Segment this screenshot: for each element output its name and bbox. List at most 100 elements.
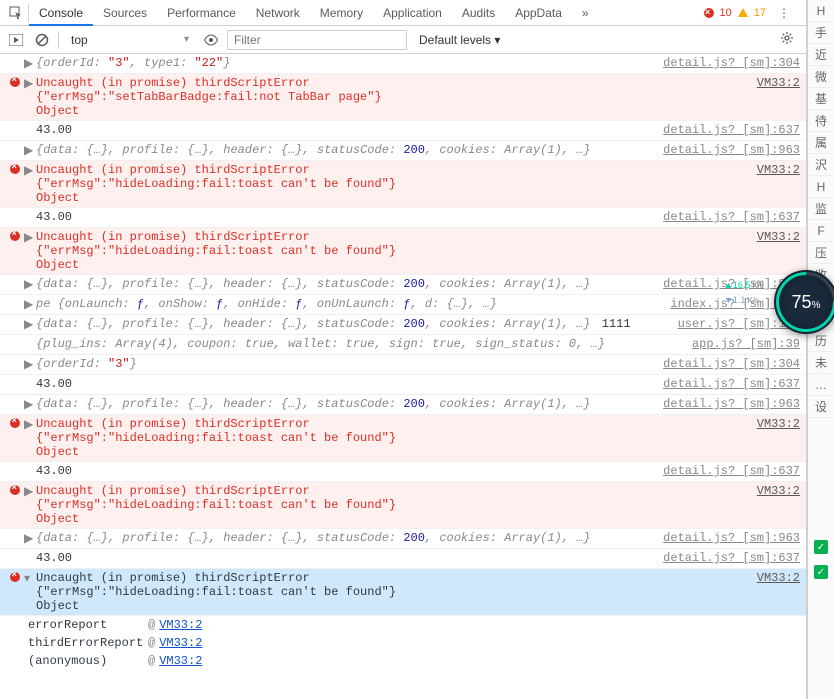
console-row[interactable]: ▶Uncaught (in promise) thirdScriptError … (0, 482, 806, 529)
expander-icon[interactable]: ▶ (24, 56, 36, 71)
message-content: 43.00 (36, 551, 663, 565)
console-row[interactable]: 43.00detail.js? [sm]:637 (0, 462, 806, 482)
tab-audits[interactable]: Audits (452, 0, 505, 26)
expander-icon[interactable]: ▾ (24, 571, 36, 586)
tab-network[interactable]: Network (246, 0, 310, 26)
stack-location-link[interactable]: VM33:2 (159, 618, 202, 632)
expander-icon[interactable]: ▶ (24, 417, 36, 432)
tab-console[interactable]: Console (29, 0, 93, 26)
source-link[interactable]: detail.js? [sm]:304 (663, 56, 800, 70)
console-row[interactable]: ▶{orderId: "3"}detail.js? [sm]:304 (0, 355, 806, 375)
console-row[interactable]: 43.00detail.js? [sm]:637 (0, 549, 806, 569)
console-row[interactable]: 43.00detail.js? [sm]:637 (0, 208, 806, 228)
warning-count[interactable]: 17 (754, 7, 766, 19)
tab-appdata[interactable]: AppData (505, 0, 572, 26)
console-row[interactable]: ▾Uncaught (in promise) thirdScriptError … (0, 569, 806, 616)
side-item[interactable]: 手 (808, 22, 834, 44)
console-row[interactable]: 43.00detail.js? [sm]:637 (0, 121, 806, 141)
source-link[interactable]: detail.js? [sm]:304 (663, 357, 800, 371)
expander-icon[interactable]: ▶ (24, 317, 36, 332)
stack-trace: errorReport@VM33:2thirdErrorReport@VM33:… (0, 616, 806, 670)
console-row[interactable]: ▶{orderId: "3", type1: "22"}detail.js? [… (0, 54, 806, 74)
stack-frame: (anonymous)@VM33:2 (28, 652, 806, 670)
console-messages[interactable]: ▶{orderId: "3", type1: "22"}detail.js? [… (0, 54, 806, 699)
side-item[interactable]: 属 (808, 132, 834, 154)
console-row[interactable]: ▶{data: {…}, profile: {…}, header: {…}, … (0, 395, 806, 415)
rates: ▲16.5K/s ▼1.1K/s (724, 278, 764, 308)
source-link[interactable]: detail.js? [sm]:637 (663, 464, 800, 478)
expander-icon[interactable]: ▶ (24, 76, 36, 91)
side-item[interactable]: 微 (808, 66, 834, 88)
kebab-menu-icon[interactable]: ⋮ (772, 6, 796, 20)
side-item[interactable]: … (808, 374, 834, 396)
side-item[interactable]: F (808, 220, 834, 242)
side-item[interactable]: 基 (808, 88, 834, 110)
live-expression-eye-icon[interactable] (201, 30, 221, 50)
expander-icon[interactable]: ▶ (24, 484, 36, 499)
toggle-sidebar-icon[interactable] (6, 30, 26, 50)
filter-input[interactable] (227, 30, 407, 50)
side-item[interactable]: 压 (808, 242, 834, 264)
console-row[interactable]: ▶{data: {…}, profile: {…}, header: {…}, … (0, 315, 806, 335)
message-content: pe {onLaunch: ƒ, onShow: ƒ, onHide: ƒ, o… (36, 297, 670, 311)
stack-location-link[interactable]: VM33:2 (159, 636, 202, 650)
console-row[interactable]: ▶{data: {…}, profile: {…}, header: {…}, … (0, 275, 806, 295)
side-item[interactable]: 待 (808, 110, 834, 132)
inspect-icon[interactable] (4, 1, 28, 25)
side-item[interactable]: 近 (808, 44, 834, 66)
perf-widget[interactable]: ▲16.5K/s ▼1.1K/s 75% (774, 270, 834, 334)
console-row[interactable]: ▶Uncaught (in promise) thirdScriptError … (0, 228, 806, 275)
tab-sources[interactable]: Sources (93, 0, 157, 26)
source-link[interactable]: VM33:2 (757, 484, 800, 498)
error-count[interactable]: 10 (720, 7, 732, 19)
side-item[interactable]: 沢 (808, 154, 834, 176)
console-row[interactable]: ▶{data: {…}, profile: {…}, header: {…}, … (0, 529, 806, 549)
right-sidebar: H手近微基待属沢H监F压收首发历未…设✓✓ (807, 0, 834, 699)
source-link[interactable]: detail.js? [sm]:963 (663, 143, 800, 157)
settings-gear-icon[interactable] (774, 31, 800, 48)
expander-icon[interactable]: ▶ (24, 163, 36, 178)
expander-icon[interactable]: ▶ (24, 397, 36, 412)
console-row[interactable]: 43.00detail.js? [sm]:637 (0, 375, 806, 395)
side-item[interactable]: 监 (808, 198, 834, 220)
side-item[interactable]: 未 (808, 352, 834, 374)
console-row[interactable]: ▶pe {onLaunch: ƒ, onShow: ƒ, onHide: ƒ, … (0, 295, 806, 315)
source-link[interactable]: VM33:2 (757, 230, 800, 244)
tab-application[interactable]: Application (373, 0, 452, 26)
tab-performance[interactable]: Performance (157, 0, 246, 26)
stack-location-link[interactable]: VM33:2 (159, 654, 202, 668)
console-row[interactable]: ▶Uncaught (in promise) thirdScriptError … (0, 161, 806, 208)
expander-icon[interactable]: ▶ (24, 357, 36, 372)
expander-icon[interactable]: ▶ (24, 297, 36, 312)
source-link[interactable]: detail.js? [sm]:963 (663, 397, 800, 411)
log-levels-select[interactable]: Default levels ▾ (413, 33, 506, 47)
source-link[interactable]: VM33:2 (757, 76, 800, 90)
source-link[interactable]: app.js? [sm]:39 (692, 337, 800, 351)
source-link[interactable]: detail.js? [sm]:637 (663, 123, 800, 137)
source-link[interactable]: detail.js? [sm]:637 (663, 377, 800, 391)
expander-icon[interactable]: ▶ (24, 277, 36, 292)
console-row[interactable]: ▶Uncaught (in promise) thirdScriptError … (0, 74, 806, 121)
source-link[interactable]: detail.js? [sm]:637 (663, 551, 800, 565)
source-link[interactable]: VM33:2 (757, 417, 800, 431)
source-link[interactable]: detail.js? [sm]:963 (663, 531, 800, 545)
tabs-overflow[interactable]: » (572, 0, 599, 26)
context-select[interactable]: top ▾ (65, 30, 195, 50)
console-row[interactable]: ▶{data: {…}, profile: {…}, header: {…}, … (0, 141, 806, 161)
devtools-panel: ConsoleSourcesPerformanceNetworkMemoryAp… (0, 0, 807, 699)
console-row[interactable]: {plug_ins: Array(4), coupon: true, walle… (0, 335, 806, 355)
message-content: {plug_ins: Array(4), coupon: true, walle… (36, 337, 692, 351)
source-link[interactable]: detail.js? [sm]:637 (663, 210, 800, 224)
source-link[interactable]: VM33:2 (757, 571, 800, 585)
expander-icon[interactable]: ▶ (24, 531, 36, 546)
source-link[interactable]: VM33:2 (757, 163, 800, 177)
upload-arrow-icon: ▲ (724, 280, 733, 290)
clear-console-icon[interactable] (32, 30, 52, 50)
console-row[interactable]: ▶Uncaught (in promise) thirdScriptError … (0, 415, 806, 462)
side-item[interactable]: H (808, 176, 834, 198)
tab-memory[interactable]: Memory (310, 0, 373, 26)
side-item[interactable]: H (808, 0, 834, 22)
expander-icon[interactable]: ▶ (24, 143, 36, 158)
expander-icon[interactable]: ▶ (24, 230, 36, 245)
side-item[interactable]: 设 (808, 396, 834, 418)
